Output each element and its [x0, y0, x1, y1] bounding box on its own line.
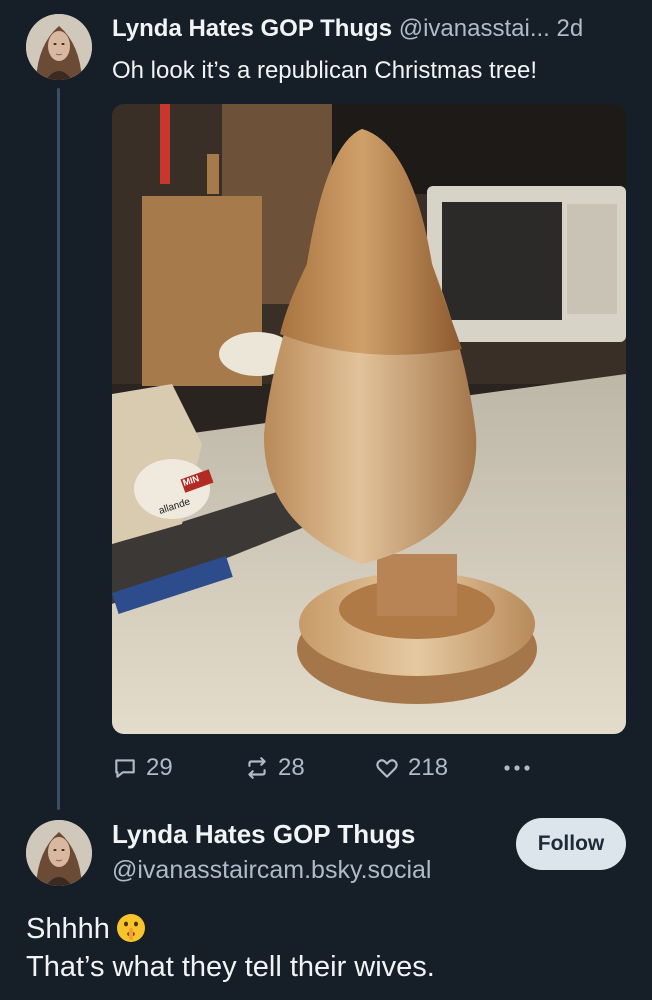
- repost-arrows-icon: [248, 757, 266, 779]
- reply-bubble-icon: [115, 759, 135, 778]
- thread-view: Lynda Hates GOP Thugs @ivanasstai... 2d …: [0, 0, 652, 1000]
- avatar-image: [26, 820, 92, 886]
- reply-line-2: That’s what they tell their wives.: [26, 951, 435, 983]
- post-image[interactable]: MIN allande: [112, 104, 626, 734]
- avatar-image: [26, 14, 92, 80]
- heart-icon: [376, 759, 398, 778]
- like-button[interactable]: 218: [374, 748, 448, 788]
- reply-button[interactable]: 29: [112, 748, 173, 788]
- post-header: Lynda Hates GOP Thugs @ivanasstai... 2d: [112, 14, 583, 44]
- author-display-name[interactable]: Lynda Hates GOP Thugs: [112, 15, 392, 42]
- follow-button[interactable]: Follow: [516, 818, 626, 870]
- profile-card-author: Lynda Hates GOP Thugs @ivanasstaircam.bs…: [112, 818, 431, 886]
- like-count: 218: [408, 754, 449, 781]
- post-text: Oh look it’s a republican Christmas tree…: [112, 57, 538, 84]
- wooden-tree-photo: MIN allande: [112, 104, 626, 734]
- post-time[interactable]: 2d: [557, 15, 584, 42]
- more-dots-icon: [504, 765, 530, 771]
- repost-count: 28: [278, 754, 305, 781]
- author-handle[interactable]: @ivanasstai...: [399, 15, 550, 42]
- reply-line-1: Shhhh: [26, 910, 435, 948]
- shushing-face-emoji-icon: [116, 914, 145, 942]
- profile-display-name[interactable]: Lynda Hates GOP Thugs: [112, 818, 431, 850]
- reply-body: Shhhh That’s what they tell their wives.: [26, 910, 435, 986]
- post-actions: 29 28 218: [112, 748, 626, 788]
- profile-handle[interactable]: @ivanasstaircam.bsky.social: [112, 854, 431, 886]
- avatar[interactable]: [26, 14, 92, 80]
- profile-avatar[interactable]: [26, 820, 92, 886]
- reply-line-1-text: Shhhh: [26, 913, 110, 945]
- reply-count: 29: [146, 754, 173, 781]
- repost-button[interactable]: 28: [244, 748, 305, 788]
- thread-line: [57, 88, 60, 810]
- more-options-button[interactable]: [500, 748, 534, 788]
